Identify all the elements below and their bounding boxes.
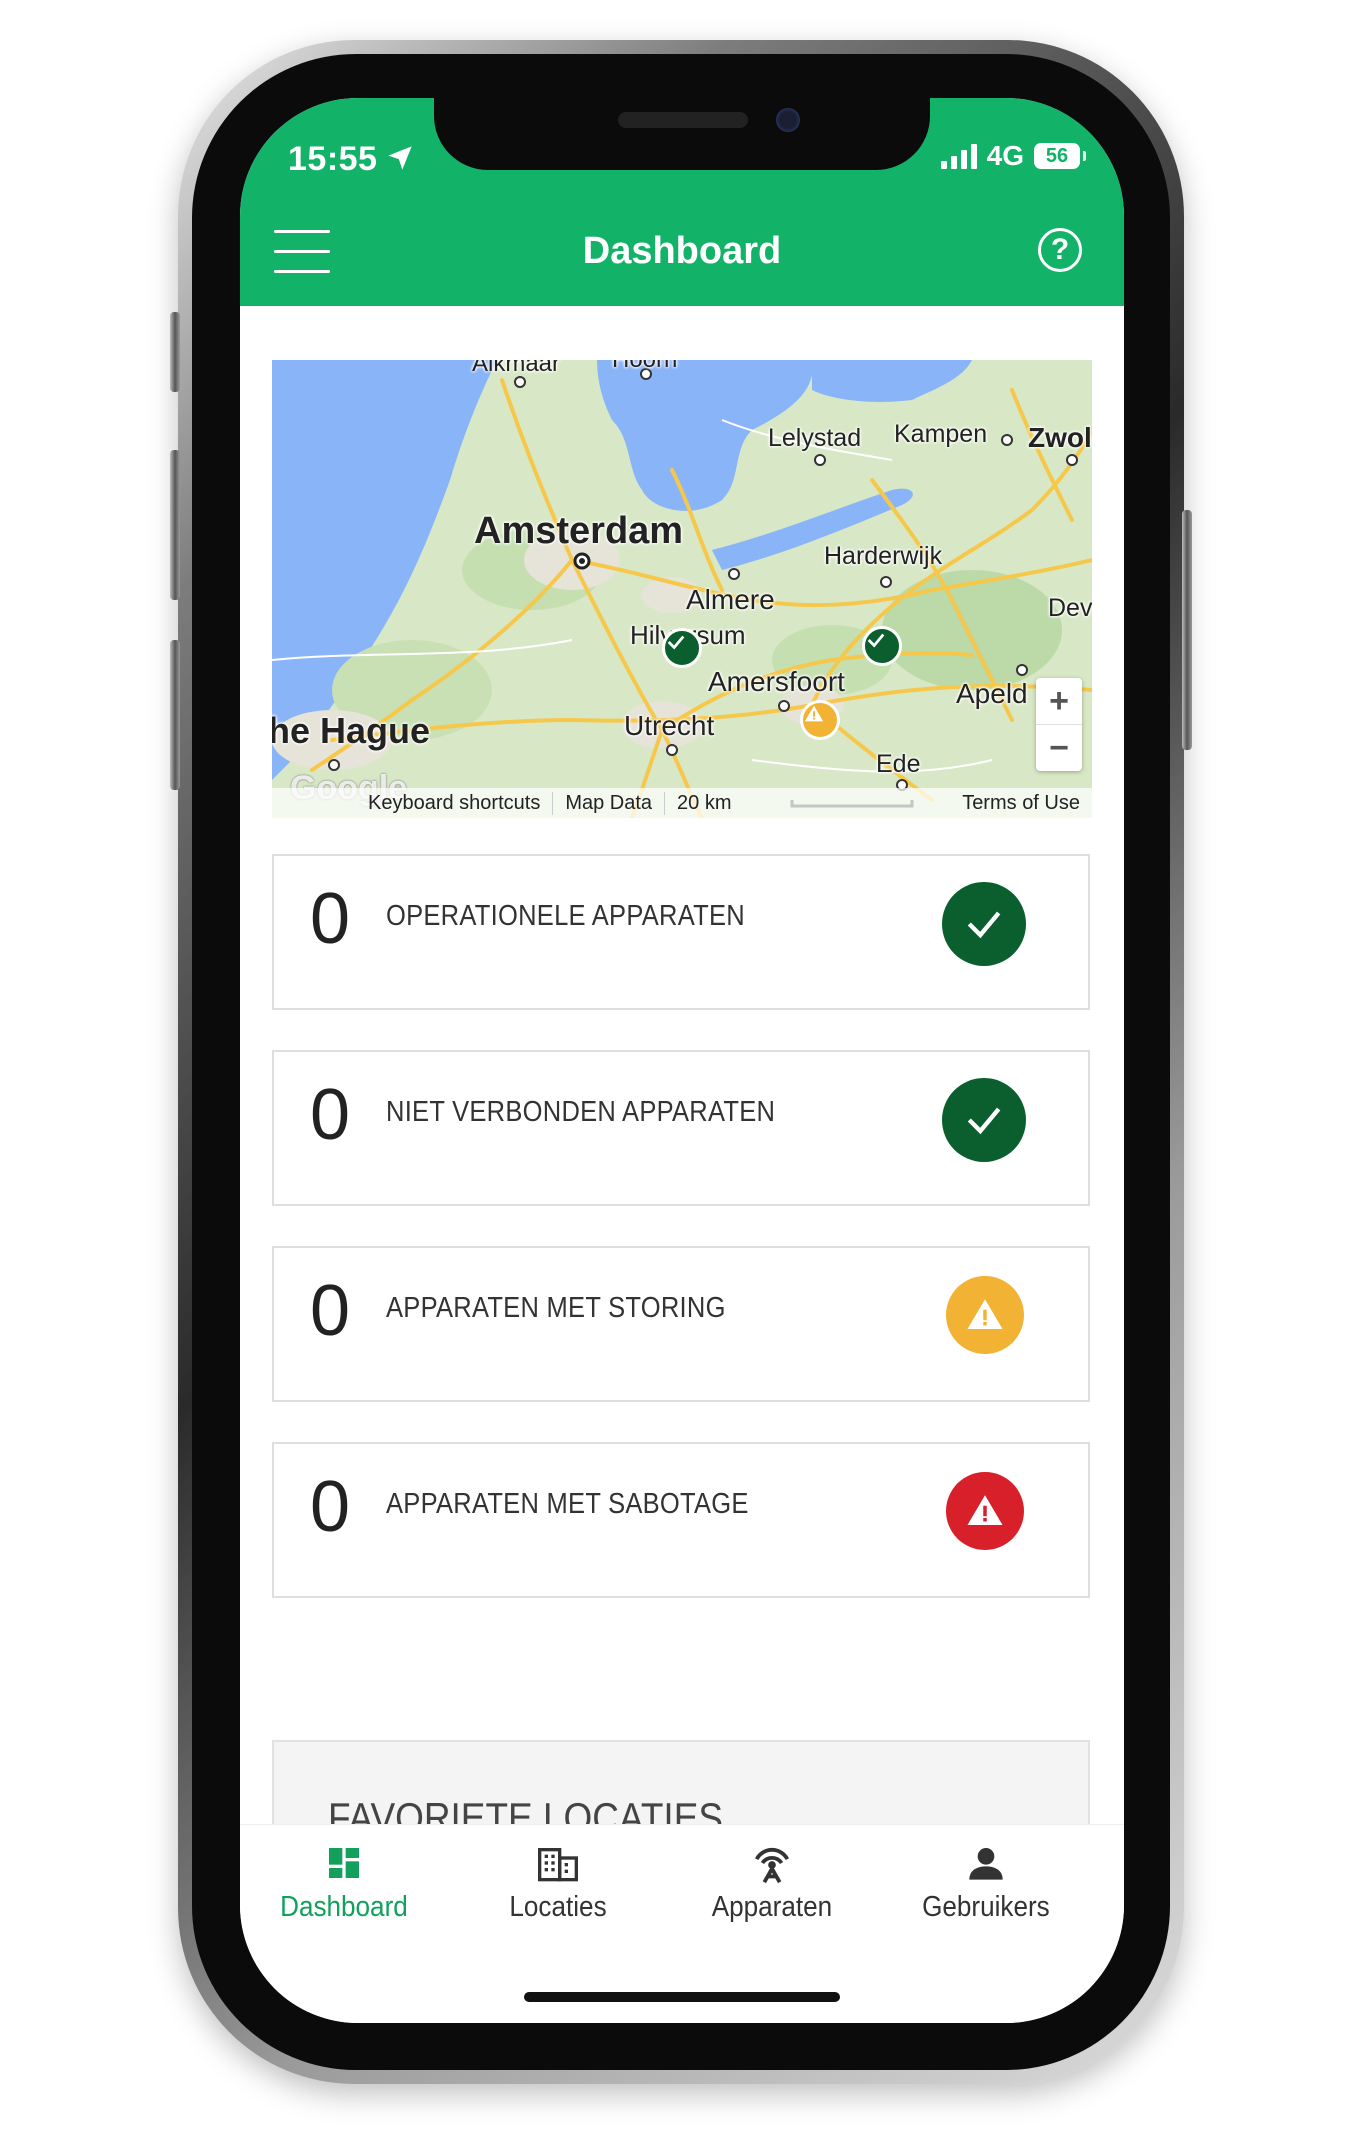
signal-strength-icon (940, 143, 977, 169)
dashboard-icon (254, 1835, 434, 1891)
page-title: Dashboard (582, 230, 782, 272)
map-label-kampen: Kampen (894, 420, 988, 448)
card-label: APPARATEN MET STORING (386, 1292, 726, 1324)
check-icon (667, 635, 685, 650)
map-label-amsterdam: Amsterdam (474, 510, 684, 552)
card-disconnected-devices[interactable]: 0 NIET VERBONDEN APPARATEN (272, 1050, 1090, 1206)
map-label-zwolle: Zwol (1028, 422, 1092, 453)
nav-item-locaties[interactable]: Locaties (468, 1835, 648, 1924)
card-sabotage-devices[interactable]: 0 APPARATEN MET SABOTAGE (272, 1442, 1090, 1598)
map-scale: 20 km (677, 791, 732, 814)
volume-down-button (170, 640, 180, 790)
keyboard-shortcuts-link[interactable]: Keyboard shortcuts (356, 791, 554, 815)
building-icon (468, 1835, 648, 1891)
nav-item-apparaten[interactable]: Apparaten (682, 1835, 862, 1924)
power-button (1182, 510, 1192, 750)
antenna-icon (682, 1835, 862, 1891)
card-label: NIET VERBONDEN APPARATEN (386, 1096, 776, 1128)
status-indicators: 4G 56 (940, 140, 1086, 172)
map-label-harderwijk: Harderwijk (824, 542, 943, 570)
nav-label: Locaties (509, 1891, 607, 1923)
location-arrow-icon (388, 146, 412, 170)
nav-label: Gebruikers (922, 1891, 1050, 1923)
card-operational-devices[interactable]: 0 OPERATIONELE APPARATEN (272, 854, 1090, 1010)
map-zoom-control: + − (1036, 678, 1082, 771)
map-label-ede: Ede (876, 750, 921, 778)
help-glyph: ? (1050, 233, 1070, 266)
phone-screen: 15:55 4G 56 Dashboard ? Alkmaar Lelystad… (240, 98, 1124, 2023)
volume-up-button (170, 450, 180, 600)
map-label-amersfoort: Amersfoort (708, 666, 845, 697)
card-count: 0 (310, 1271, 351, 1351)
help-circle-icon[interactable]: ? (1038, 228, 1082, 272)
map-marker-ok[interactable] (662, 628, 702, 668)
map-data-link[interactable]: Map Data (553, 791, 666, 815)
notch (434, 98, 930, 170)
battery-level: 56 (1045, 144, 1069, 167)
nav-item-gebruikers[interactable]: Gebruikers (896, 1835, 1076, 1924)
nav-item-dashboard[interactable]: Dashboard (254, 1835, 434, 1924)
home-indicator[interactable] (524, 1992, 840, 2002)
check-icon (867, 633, 885, 648)
zoom-out-button[interactable]: − (1036, 724, 1082, 771)
map-label-alkmaar: Alkmaar (472, 360, 561, 377)
card-label: APPARATEN MET SABOTAGE (386, 1488, 749, 1520)
map-attribution-bar: Keyboard shortcuts Map Data 20 km Terms … (272, 788, 1092, 818)
warning-icon (946, 1472, 1024, 1550)
front-camera (776, 108, 800, 132)
map-label-apeldoorn: Apeld (956, 678, 1028, 709)
terms-of-use-link[interactable]: Terms of Use (950, 792, 1092, 815)
battery-icon: 56 (1034, 143, 1086, 169)
map-label-the-hague: he Hague (272, 710, 431, 751)
nav-label: Dashboard (280, 1891, 408, 1923)
card-faulty-devices[interactable]: 0 APPARATEN MET STORING (272, 1246, 1090, 1402)
map-label-hoorn: Hoorn (612, 360, 677, 374)
map-marker-warning[interactable] (800, 700, 840, 740)
device-map[interactable]: Alkmaar Hoorn Lelystad Kampen Zwol Amste… (272, 360, 1092, 818)
zoom-in-button[interactable]: + (1036, 678, 1082, 724)
earpiece-speaker (618, 112, 748, 128)
map-marker-ok[interactable] (862, 626, 902, 666)
map-label-utrecht: Utrecht (624, 710, 715, 741)
map-label-deventer: Dev (1048, 594, 1092, 622)
warning-icon (946, 1276, 1024, 1354)
check-icon (942, 882, 1026, 966)
status-time: 15:55 (288, 140, 378, 178)
map-label-almere: Almere (686, 584, 775, 615)
user-icon (896, 1835, 1076, 1891)
card-count: 0 (310, 879, 351, 959)
map-label-lelystad: Lelystad (768, 424, 862, 452)
warning-icon (804, 705, 824, 722)
mute-switch (170, 312, 180, 392)
card-count: 0 (310, 1075, 351, 1155)
network-type: 4G (986, 140, 1024, 171)
check-icon (942, 1078, 1026, 1162)
card-count: 0 (310, 1467, 351, 1547)
card-label: OPERATIONELE APPARATEN (386, 900, 745, 932)
nav-label: Apparaten (711, 1891, 833, 1923)
